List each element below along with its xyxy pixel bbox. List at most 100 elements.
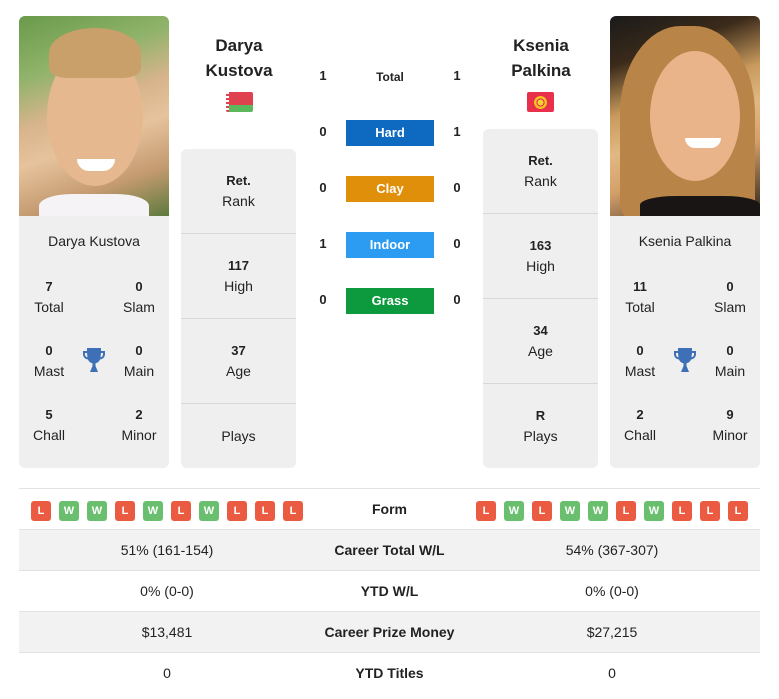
player2-photo[interactable] — [610, 16, 760, 216]
player1-shirt — [39, 194, 149, 216]
player1-hair — [49, 28, 141, 78]
player2-rank: Ret. Rank — [524, 153, 557, 189]
player2-face — [650, 51, 740, 181]
form-loss-badge[interactable]: L — [255, 501, 275, 521]
form-win-badge[interactable]: W — [644, 501, 664, 521]
form-loss-badge[interactable]: L — [728, 501, 748, 521]
player2-main-titles: 0 Main — [714, 343, 746, 379]
form-loss-badge[interactable]: L — [532, 501, 552, 521]
player1-age: 37 Age — [226, 343, 251, 379]
surface-hard-badge[interactable]: Hard — [346, 120, 434, 146]
player2-form: LWLWWLWLLL — [476, 501, 748, 521]
player2-name-heading[interactable]: Ksenia Palkina — [481, 33, 601, 83]
table-row: $13,481 Career Prize Money $27,215 — [19, 611, 760, 652]
player1-form: LWWLWLWLLL — [31, 501, 303, 521]
player2-value: 0% (0-0) — [585, 583, 639, 599]
form-label: Form — [372, 501, 407, 517]
surface-clay-badge[interactable]: Clay — [346, 176, 434, 202]
form-loss-badge[interactable]: L — [31, 501, 51, 521]
form-loss-badge[interactable]: L — [115, 501, 135, 521]
table-row: 0 YTD Titles 0 — [19, 652, 760, 693]
kyrgyzstan-flag-icon — [527, 92, 554, 112]
row-label: Career Total W/L — [334, 542, 445, 558]
player1-minor-titles: 2 Minor — [121, 407, 157, 443]
belarus-flag-icon — [226, 92, 253, 112]
player1-value: 0 — [163, 665, 171, 681]
divider — [483, 383, 598, 384]
comparison-table: LWWLWLWLLL Form LWLWWLWLLL 51% (161-154)… — [19, 488, 760, 693]
surface-grass-badge[interactable]: Grass — [346, 288, 434, 314]
player1-full-name[interactable]: Darya Kustova — [19, 233, 169, 249]
form-win-badge[interactable]: W — [87, 501, 107, 521]
player2-chall-titles: 2 Chall — [624, 407, 656, 443]
row-label: YTD Titles — [355, 665, 424, 681]
player2-info-card: Ret. Rank 163 High 34 Age R Plays — [483, 129, 598, 468]
player1-info-card: Ret. Rank 117 High 37 Age Plays — [181, 149, 296, 468]
player1-smile — [77, 159, 115, 171]
divider — [483, 298, 598, 299]
player2-plays: R Plays — [523, 408, 558, 444]
h2h-hard-p2: 1 — [453, 124, 461, 139]
player2-age: 34 Age — [528, 323, 553, 359]
player1-value: 51% (161-154) — [120, 542, 214, 558]
row-label: Career Prize Money — [324, 624, 455, 640]
h2h-clay-p1: 0 — [319, 180, 327, 195]
player1-high: 117 High — [224, 258, 253, 294]
form-win-badge[interactable]: W — [588, 501, 608, 521]
row-label: YTD W/L — [360, 583, 419, 599]
form-loss-badge[interactable]: L — [476, 501, 496, 521]
h2h-indoor-p1: 1 — [319, 236, 327, 251]
player1-titles-card: Darya Kustova 7 Total 0 Slam 0 Mast 0 Main 5… — [19, 216, 169, 468]
player1-slam-titles: 0 Slam — [123, 279, 155, 315]
player2-high: 163 High — [526, 238, 555, 274]
form-win-badge[interactable]: W — [143, 501, 163, 521]
player2-value: 0 — [608, 665, 616, 681]
player1-plays: Plays — [221, 428, 256, 444]
divider — [181, 318, 296, 319]
form-win-badge[interactable]: W — [504, 501, 524, 521]
form-win-badge[interactable]: W — [199, 501, 219, 521]
h2h-total-p1: 1 — [319, 68, 327, 83]
player2-titles-card: Ksenia Palkina 11 Total 0 Slam 0 Mast 0 Main… — [610, 216, 760, 468]
player2-mast-titles: 0 Mast — [624, 343, 656, 379]
divider — [181, 403, 296, 404]
player1-value: 0% (0-0) — [140, 583, 194, 599]
h2h-grass-p1: 0 — [319, 292, 327, 307]
player2-full-name[interactable]: Ksenia Palkina — [610, 233, 760, 249]
form-win-badge[interactable]: W — [59, 501, 79, 521]
player1-name-heading[interactable]: Darya Kustova — [179, 33, 299, 83]
surface-indoor-badge[interactable]: Indoor — [346, 232, 434, 258]
h2h-total-p2: 1 — [453, 68, 461, 83]
player1-mast-titles: 0 Mast — [33, 343, 65, 379]
player1-total-titles: 7 Total — [34, 279, 64, 315]
form-win-badge[interactable]: W — [560, 501, 580, 521]
player1-main-titles: 0 Main — [123, 343, 155, 379]
form-loss-badge[interactable]: L — [283, 501, 303, 521]
trophy-icon — [674, 348, 696, 372]
h2h-total-label: Total — [376, 70, 404, 84]
form-loss-badge[interactable]: L — [616, 501, 636, 521]
table-row: 0% (0-0) YTD W/L 0% (0-0) — [19, 570, 760, 611]
form-loss-badge[interactable]: L — [171, 501, 191, 521]
form-loss-badge[interactable]: L — [672, 501, 692, 521]
divider — [483, 213, 598, 214]
h2h-indoor-p2: 0 — [453, 236, 461, 251]
h2h-clay-p2: 0 — [453, 180, 461, 195]
h2h-hard-p1: 0 — [319, 124, 327, 139]
player2-total-titles: 11 Total — [625, 279, 655, 315]
form-row: LWWLWLWLLL Form LWLWWLWLLL — [19, 488, 760, 529]
player1-rank: Ret. Rank — [222, 173, 255, 209]
player2-shirt — [640, 196, 760, 216]
form-loss-badge[interactable]: L — [700, 501, 720, 521]
table-row: 51% (161-154) Career Total W/L 54% (367-… — [19, 529, 760, 570]
player2-value: 54% (367-307) — [565, 542, 659, 558]
divider — [181, 233, 296, 234]
player1-value: $13,481 — [141, 624, 193, 640]
player2-minor-titles: 9 Minor — [712, 407, 748, 443]
form-loss-badge[interactable]: L — [227, 501, 247, 521]
player1-chall-titles: 5 Chall — [33, 407, 65, 443]
player2-value: $27,215 — [586, 624, 638, 640]
trophy-icon — [83, 348, 105, 372]
player1-photo[interactable] — [19, 16, 169, 216]
player2-slam-titles: 0 Slam — [714, 279, 746, 315]
